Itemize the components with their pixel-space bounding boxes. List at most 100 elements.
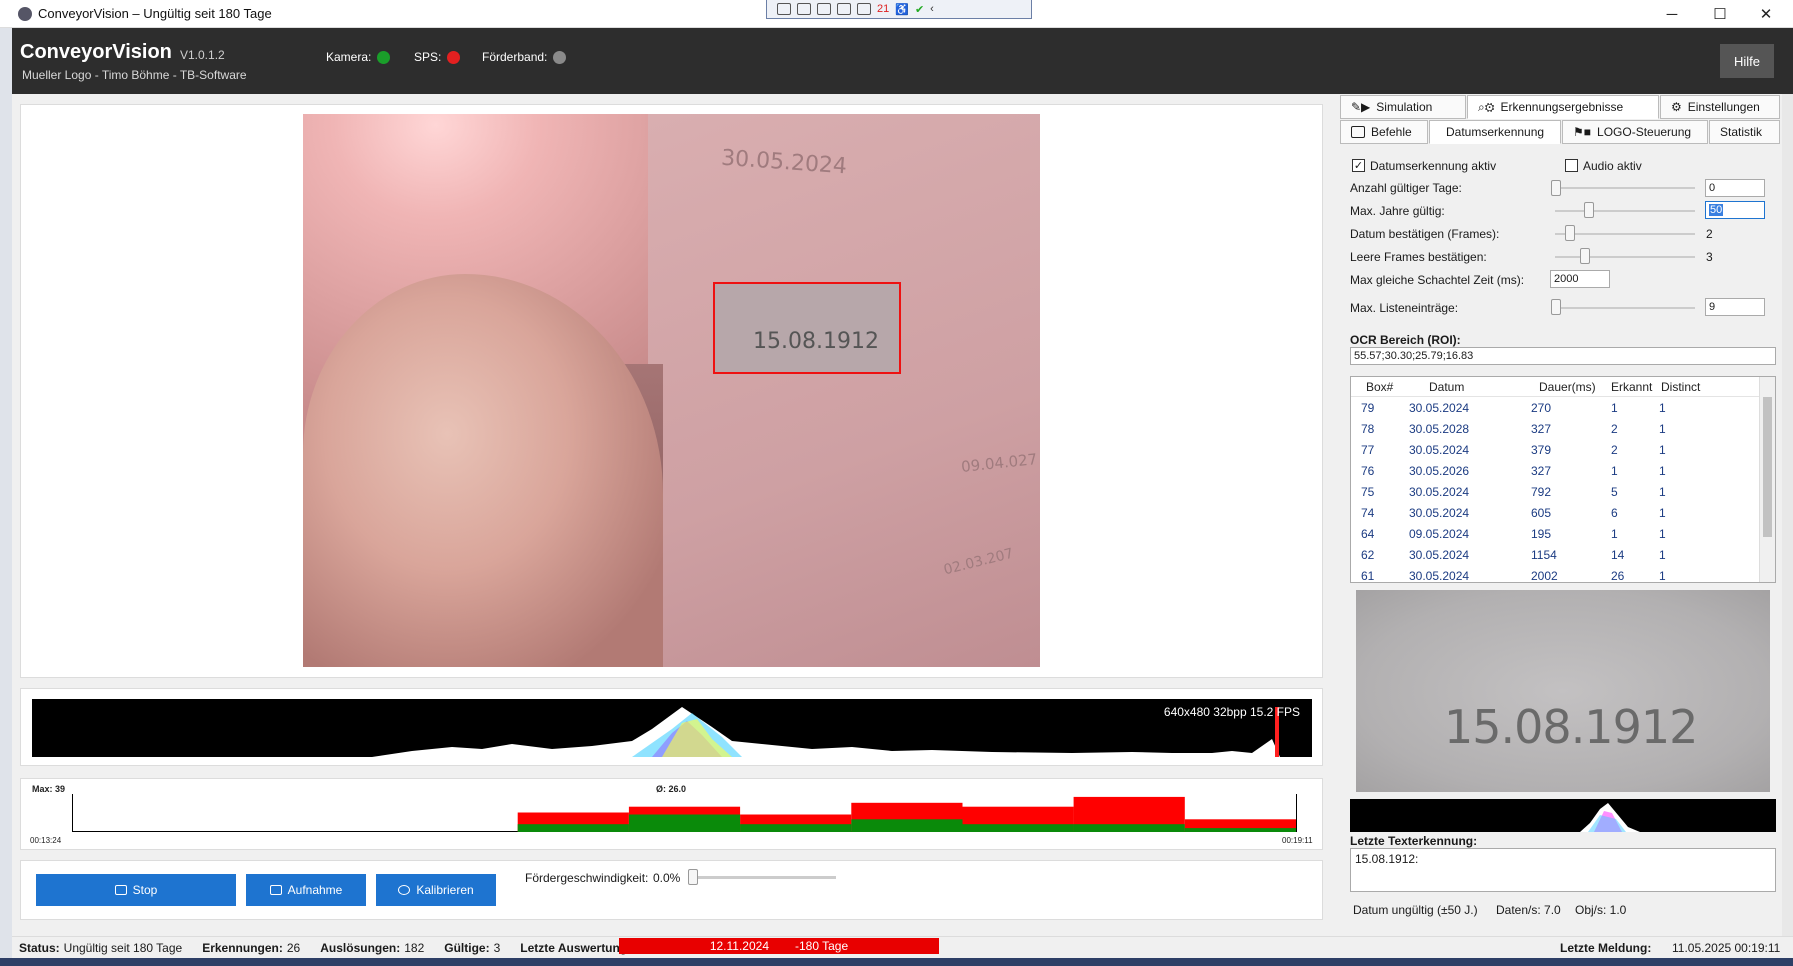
cell-distinct: 1	[1659, 443, 1666, 457]
minimize-button[interactable]: ─	[1650, 0, 1694, 28]
check-icon[interactable]: ✔	[915, 3, 924, 16]
camera-indicator: Kamera:	[326, 50, 391, 64]
tab-simulation-label: Simulation	[1376, 100, 1433, 114]
cell-box: 64	[1361, 527, 1375, 541]
speed-slider-thumb[interactable]	[688, 869, 698, 885]
cell-box: 75	[1361, 485, 1375, 499]
cell-erkannt: 14	[1611, 548, 1625, 562]
valid-label: Gültige:	[444, 940, 490, 955]
carton-surface	[648, 114, 1040, 667]
help-button[interactable]: Hilfe	[1720, 44, 1774, 78]
audio-label: Audio aktiv	[1583, 159, 1642, 173]
max-list-slider[interactable]	[1555, 307, 1695, 309]
select-element-icon[interactable]	[777, 3, 791, 15]
app-icon	[18, 7, 32, 21]
histogram-graph	[372, 707, 1280, 757]
same-box-input[interactable]: 2000	[1550, 270, 1610, 288]
record-icon	[269, 885, 282, 895]
max-years-thumb[interactable]	[1584, 202, 1594, 218]
table-row[interactable]: 76 30.05.2026 327 1 1	[1351, 461, 1759, 482]
roi-label: OCR Bereich (ROI):	[1350, 333, 1461, 347]
valid-value: 3	[493, 940, 501, 955]
valid-days-slider[interactable]	[1555, 187, 1695, 189]
table-row[interactable]: 75 30.05.2024 792 5 1	[1351, 482, 1759, 503]
binding-errors-badge[interactable]: 21	[877, 3, 889, 15]
tab-befehle[interactable]: Befehle	[1340, 120, 1428, 144]
close-button[interactable]: ✕	[1744, 0, 1788, 28]
table-row[interactable]: 78 30.05.2028 327 2 1	[1351, 419, 1759, 440]
chart-bar-series1-9	[1073, 824, 1185, 832]
valid-days-thumb[interactable]	[1551, 180, 1561, 196]
col-box[interactable]: Box#	[1366, 380, 1393, 394]
cell-erkannt: 1	[1611, 401, 1618, 415]
col-dauer[interactable]: Dauer(ms)	[1539, 380, 1596, 394]
search-icon: ⌕⚙	[1478, 99, 1495, 114]
col-distinct[interactable]: Distinct	[1661, 380, 1700, 394]
cell-datum: 30.05.2024	[1409, 485, 1470, 499]
valid-days-input[interactable]: 0	[1705, 179, 1765, 197]
confirm-frames-slider[interactable]	[1555, 233, 1695, 235]
max-list-thumb[interactable]	[1551, 299, 1561, 315]
cell-dauer: 379	[1531, 443, 1552, 457]
track-focus-icon[interactable]	[857, 3, 871, 15]
max-years-input[interactable]: 50	[1705, 201, 1765, 219]
tab-erkennungsergebnisse[interactable]: ⌕⚙ Erkennungsergebnisse	[1467, 95, 1659, 119]
stop-button[interactable]: Stop	[36, 874, 236, 906]
cell-datum: 30.05.2024	[1409, 569, 1470, 583]
cell-distinct: 1	[1659, 548, 1666, 562]
tab-statistik[interactable]: Statistik	[1709, 120, 1780, 144]
max-list-label: Max. Listeneinträge:	[1350, 301, 1459, 315]
tab-datumserkennung-label: Datumserkennung	[1446, 125, 1545, 139]
tab-befehle-label: Befehle	[1371, 125, 1412, 139]
tab-einstellungen[interactable]: ⚙ Einstellungen	[1660, 95, 1780, 119]
tab-datumserkennung[interactable]: Datumserkennung	[1429, 120, 1561, 144]
empty-frames-slider[interactable]	[1555, 256, 1695, 258]
roi-rectangle[interactable]	[713, 282, 901, 374]
empty-frames-thumb[interactable]	[1580, 248, 1590, 264]
sub-tabs: Befehle Datumserkennung ⚑■ LOGO-Steuerun…	[1340, 120, 1780, 144]
maximize-button[interactable]: ☐	[1698, 0, 1742, 28]
cell-datum: 30.05.2024	[1409, 401, 1470, 415]
last-message-label: Letzte Meldung:	[1560, 940, 1652, 955]
chart-bar-series1-5	[628, 814, 741, 832]
tab-simulation[interactable]: ✎▶ Simulation	[1340, 95, 1466, 119]
roi-input[interactable]: 55.57;30.30;25.79;16.83	[1350, 347, 1776, 365]
last-text-box[interactable]: 15.08.1912:	[1350, 848, 1776, 892]
status-value: Ungültig seit 180 Tage	[63, 940, 183, 955]
pointer-icon[interactable]	[817, 3, 831, 15]
confirm-frames-thumb[interactable]	[1565, 225, 1575, 241]
table-row[interactable]: 62 30.05.2024 1154 14 1	[1351, 545, 1759, 566]
record-button[interactable]: Aufnahme	[246, 874, 366, 906]
sps-status-dot	[447, 50, 461, 64]
table-scrollbar-thumb[interactable]	[1763, 397, 1772, 537]
last-text-label: Letzte Texterkennung:	[1350, 834, 1478, 848]
last-eval-days: -180 Tage	[795, 939, 849, 953]
table-row[interactable]: 79 30.05.2024 270 1 1	[1351, 398, 1759, 419]
cell-dauer: 195	[1531, 527, 1552, 541]
max-list-input[interactable]: 9	[1705, 298, 1765, 316]
collapse-icon[interactable]: ‹	[930, 3, 934, 15]
accessibility-icon[interactable]: ♿	[895, 3, 909, 16]
calibrate-button[interactable]: Kalibrieren	[376, 874, 496, 906]
max-years-label: Max. Jahre gültig:	[1350, 204, 1445, 218]
col-datum[interactable]: Datum	[1429, 380, 1464, 394]
audio-checkbox[interactable]	[1565, 159, 1578, 172]
table-row[interactable]: 77 30.05.2024 379 2 1	[1351, 440, 1759, 461]
same-box-label: Max gleiche Schachtel Zeit (ms):	[1350, 273, 1525, 287]
cell-box: 62	[1361, 548, 1375, 562]
col-erkannt[interactable]: Erkannt	[1611, 380, 1652, 394]
max-years-slider[interactable]	[1555, 210, 1695, 212]
table-row[interactable]: 64 09.05.2024 195 1 1	[1351, 524, 1759, 545]
frame-icon[interactable]	[837, 3, 851, 15]
speed-slider[interactable]	[688, 876, 836, 879]
video-icon[interactable]	[797, 3, 811, 15]
table-row[interactable]: 74 30.05.2024 605 6 1	[1351, 503, 1759, 524]
cell-distinct: 1	[1659, 506, 1666, 520]
table-scrollbar[interactable]	[1759, 377, 1775, 582]
tab-logo-steuerung[interactable]: ⚑■ LOGO-Steuerung	[1562, 120, 1708, 144]
histogram-white	[372, 707, 1280, 757]
date-detect-checkbox[interactable]: ✓	[1352, 159, 1365, 172]
chart-avg-label: Ø: 26.0	[656, 784, 687, 794]
table-row[interactable]: 61 30.05.2024 2002 26 1	[1351, 566, 1759, 583]
frame-info: 640x480 32bpp 15.2 FPS	[1163, 705, 1300, 719]
